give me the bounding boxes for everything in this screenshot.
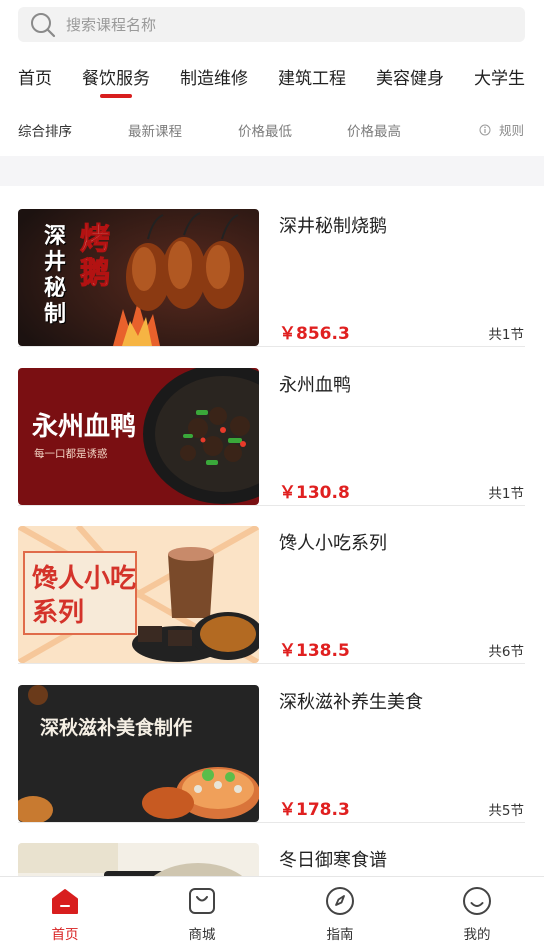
course-thumbnail: 馋人小吃 系列 — [18, 526, 259, 663]
tabbar-guide[interactable]: 指南 — [300, 885, 380, 943]
course-thumbnail: 深秋滋补美食制作 — [18, 685, 259, 822]
course-title[interactable]: 深秋滋补养生美食 — [279, 688, 423, 714]
course-lesson-count: 共5节 — [488, 803, 524, 819]
category-tabs: 首页 餐饮服务 制造维修 建筑工程 美容健身 大学生 — [0, 56, 544, 104]
tab-construction[interactable]: 建筑工程 — [278, 64, 346, 89]
course-item[interactable]: 深井秘制 烤鹅 深井秘制烧鹅 ￥856.3 共1节 — [18, 209, 525, 347]
course-item[interactable]: 永州血鸭 每一口都是诱惑 永州血鸭 ￥130.8 共1节 — [18, 368, 525, 506]
tab-beauty-fitness[interactable]: 美容健身 — [376, 64, 444, 89]
sort-price-high[interactable]: 价格最高 — [347, 120, 401, 140]
tab-college[interactable]: 大学生 — [474, 64, 525, 89]
course-item[interactable]: 馋人小吃 系列 馋人小吃系列 ￥138.5 共6节 — [18, 526, 525, 664]
tabbar-label: 指南 — [326, 927, 354, 943]
thumbnail-caption: 馋人小吃 — [32, 564, 137, 594]
bottom-tab-bar: 首页 商城 指南 我的 — [0, 876, 544, 944]
tabbar-mine[interactable]: 我的 — [437, 885, 517, 943]
tabbar-label: 我的 — [463, 927, 491, 943]
course-title[interactable]: 冬日御寒食谱 — [279, 846, 387, 872]
active-tab-indicator — [100, 94, 132, 98]
search-bar[interactable] — [18, 7, 525, 42]
tab-catering[interactable]: 餐饮服务 — [82, 64, 150, 89]
section-separator — [0, 156, 544, 186]
tabbar-home[interactable]: 首页 — [25, 885, 105, 943]
divider — [18, 505, 525, 506]
course-price: ￥130.8 — [279, 483, 350, 503]
course-lesson-count: 共1节 — [488, 327, 524, 343]
thumbnail-subcaption: 每一口都是诱惑 — [34, 448, 108, 460]
sort-bar: 综合排序 最新课程 价格最低 价格最高 规则 — [0, 112, 544, 144]
course-price: ￥138.5 — [279, 641, 350, 661]
info-icon — [479, 124, 491, 135]
home-icon — [52, 889, 78, 914]
course-item[interactable]: 深秋滋补美食制作 深秋滋补养生美食 ￥178.3 共5节 — [18, 685, 525, 823]
tabbar-label: 首页 — [51, 927, 79, 943]
thumbnail-caption-line2: 系列 — [32, 598, 85, 628]
search-icon — [31, 12, 56, 37]
course-price: ￥178.3 — [279, 800, 350, 820]
sort-newest[interactable]: 最新课程 — [128, 120, 182, 140]
tab-home[interactable]: 首页 — [18, 64, 52, 89]
course-title[interactable]: 永州血鸭 — [279, 371, 351, 397]
tabbar-shop[interactable]: 商城 — [162, 885, 242, 943]
tabbar-label: 商城 — [188, 927, 216, 943]
thumbnail-caption: 深秋滋补美食制作 — [40, 717, 193, 739]
search-input[interactable] — [66, 15, 486, 34]
sort-price-low[interactable]: 价格最低 — [238, 120, 292, 140]
course-price: ￥856.3 — [279, 324, 350, 344]
smile-icon — [463, 887, 491, 915]
shop-bag-icon — [189, 888, 215, 914]
divider — [18, 346, 525, 347]
divider — [18, 822, 525, 823]
compass-icon — [326, 887, 354, 915]
thumbnail-caption: 深井秘制 — [44, 223, 67, 327]
course-lesson-count: 共1节 — [488, 486, 524, 502]
rule-link[interactable]: 规则 — [479, 120, 524, 139]
course-lesson-count: 共6节 — [488, 644, 524, 660]
divider — [18, 663, 525, 664]
rule-label: 规则 — [498, 123, 524, 138]
thumbnail-caption: 永州血鸭 — [32, 412, 137, 442]
course-title[interactable]: 深井秘制烧鹅 — [279, 212, 387, 238]
course-thumbnail: 深井秘制 烤鹅 — [18, 209, 259, 346]
tab-manufacturing[interactable]: 制造维修 — [180, 64, 248, 89]
sort-comprehensive[interactable]: 综合排序 — [18, 120, 72, 140]
thumbnail-caption-large: 烤鹅 — [80, 222, 111, 291]
course-title[interactable]: 馋人小吃系列 — [279, 529, 387, 555]
course-thumbnail: 永州血鸭 每一口都是诱惑 — [18, 368, 259, 505]
